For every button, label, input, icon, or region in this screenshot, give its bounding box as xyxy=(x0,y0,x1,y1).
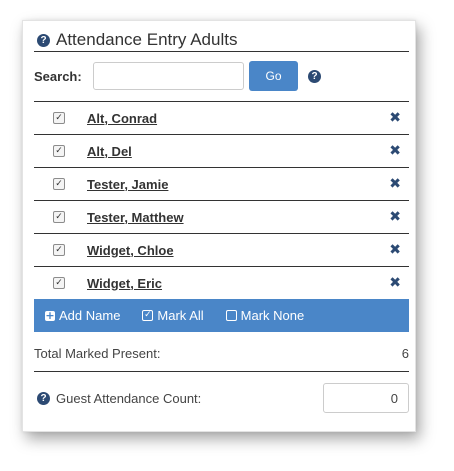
remove-icon[interactable]: ✖ xyxy=(389,176,401,192)
guest-help-icon[interactable]: ? xyxy=(37,391,50,405)
remove-icon[interactable]: ✖ xyxy=(389,275,401,291)
attendee-row: ✓ Widget, Chloe ✖ xyxy=(34,234,409,267)
attendee-name-link[interactable]: Widget, Chloe xyxy=(87,243,174,258)
attendee-row: ✓ Alt, Del ✖ xyxy=(34,135,409,168)
guest-count-label: Guest Attendance Count: xyxy=(56,390,202,406)
mark-all-label: Mark All xyxy=(157,308,204,323)
attendee-checkbox[interactable]: ✓ xyxy=(53,277,65,289)
panel-header: ? Attendance Entry Adults xyxy=(37,29,409,51)
attendee-row: ✓ Widget, Eric ✖ xyxy=(34,267,409,299)
help-icon[interactable]: ? xyxy=(37,33,50,47)
guest-count-row: ? Guest Attendance Count: xyxy=(37,382,409,414)
add-name-button[interactable]: + Add Name xyxy=(45,308,120,323)
attendee-row: ✓ Tester, Matthew ✖ xyxy=(34,201,409,234)
attendee-checkbox[interactable]: ✓ xyxy=(53,244,65,256)
attendee-name-link[interactable]: Tester, Matthew xyxy=(87,210,184,225)
remove-icon[interactable]: ✖ xyxy=(389,143,401,159)
total-marked-row: Total Marked Present: 6 xyxy=(34,343,409,363)
search-row: Search: Go ? xyxy=(34,60,409,92)
attendee-row: ✓ Tester, Jamie ✖ xyxy=(34,168,409,201)
attendee-list: ✓ Alt, Conrad ✖ ✓ Alt, Del ✖ ✓ Tester, Jamie ✖ ✓ T… xyxy=(34,101,409,299)
attendee-checkbox[interactable]: ✓ xyxy=(53,112,65,124)
search-help-icon[interactable]: ? xyxy=(308,69,321,83)
attendee-checkbox[interactable]: ✓ xyxy=(53,145,65,157)
attendance-panel: ? Attendance Entry Adults Search: Go ? ✓… xyxy=(22,20,416,432)
check-square-icon: ✓ xyxy=(142,310,154,321)
search-label: Search: xyxy=(34,68,82,84)
attendee-name-link[interactable]: Alt, Conrad xyxy=(87,111,157,126)
title-divider xyxy=(34,51,409,52)
remove-icon[interactable]: ✖ xyxy=(389,209,401,225)
attendee-name-link[interactable]: Alt, Del xyxy=(87,144,132,159)
guest-count-input[interactable] xyxy=(323,383,409,413)
attendee-name-link[interactable]: Tester, Jamie xyxy=(87,177,168,192)
action-bar: + Add Name ✓ Mark All Mark None xyxy=(34,299,409,332)
go-button[interactable]: Go xyxy=(249,61,298,91)
remove-icon[interactable]: ✖ xyxy=(389,110,401,126)
add-name-label: Add Name xyxy=(59,308,121,323)
attendee-row: ✓ Alt, Conrad ✖ xyxy=(34,102,409,135)
total-divider xyxy=(34,371,409,372)
plus-square-icon: + xyxy=(45,308,55,322)
total-marked-value: 6 xyxy=(401,345,409,361)
remove-icon[interactable]: ✖ xyxy=(389,242,401,258)
total-marked-label: Total Marked Present: xyxy=(34,345,161,361)
attendee-checkbox[interactable]: ✓ xyxy=(53,178,65,190)
attendee-checkbox[interactable]: ✓ xyxy=(53,211,65,223)
mark-none-label: Mark None xyxy=(240,308,305,323)
attendee-name-link[interactable]: Widget, Eric xyxy=(87,276,162,291)
mark-all-button[interactable]: ✓ Mark All xyxy=(142,308,204,323)
square-icon xyxy=(225,310,237,321)
panel-title: Attendance Entry Adults xyxy=(56,30,238,49)
mark-none-button[interactable]: Mark None xyxy=(225,308,305,323)
search-input[interactable] xyxy=(93,62,244,90)
